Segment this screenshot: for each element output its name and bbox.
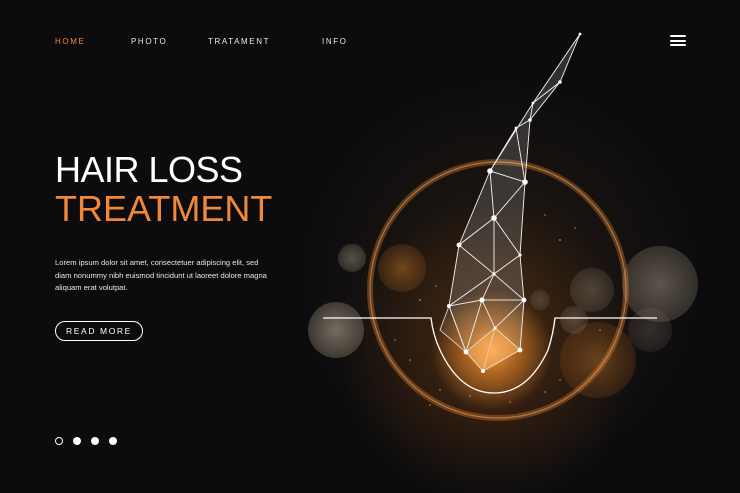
- hero-title-line1: HAIR LOSS: [55, 149, 243, 190]
- hero-title-line2: TREATMENT: [55, 188, 273, 229]
- slider-dot-4[interactable]: [109, 437, 117, 445]
- hero-body-text: Lorem ipsum dolor sit amet, consectetuer…: [55, 258, 267, 293]
- slider-dot-2[interactable]: [73, 437, 81, 445]
- nav-item-home[interactable]: HOME: [55, 37, 85, 46]
- hamburger-menu-icon[interactable]: [670, 35, 686, 49]
- hair-wireframe: [439, 33, 581, 372]
- nav-item-photo[interactable]: PHOTO: [131, 37, 167, 46]
- nav-item-info[interactable]: INFO: [322, 37, 348, 46]
- slider-dot-3[interactable]: [91, 437, 99, 445]
- top-nav: HOME PHOTO TRATAMENT INFO: [0, 37, 740, 49]
- nav-item-tratament[interactable]: TRATAMENT: [208, 37, 270, 46]
- hair-follicle-illustration: [308, 32, 698, 421]
- read-more-button[interactable]: READ MORE: [55, 321, 143, 341]
- slider-dot-1[interactable]: [55, 437, 63, 445]
